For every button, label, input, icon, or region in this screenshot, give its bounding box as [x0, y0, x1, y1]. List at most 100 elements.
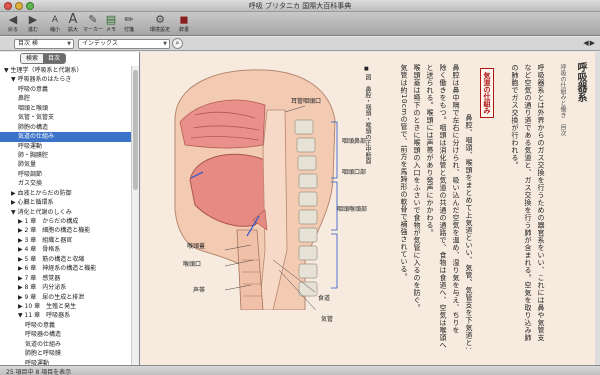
tree-item[interactable]: 肺胞の構造: [0, 123, 132, 132]
tree-item-label: ▶ 血液とからだの防御: [11, 189, 72, 197]
marker-label: マーカー: [83, 27, 104, 33]
tree-item[interactable]: ▼ 呼吸器系のはたらき: [0, 75, 132, 84]
memo-button[interactable]: ▤ メモ: [101, 13, 121, 35]
figure-caption: 図 鼻腔・咽頭・喉頭の正中断面: [364, 74, 371, 164]
tree-item[interactable]: 肺・胸膜腔: [0, 151, 132, 160]
article-view: 耳管咽頭口 咽頭鼻部 咽頭口部 咽頭喉頭部 喉頭蓋 喉頭口 声帯 食道 気管 図…: [141, 52, 595, 365]
search-scope-select[interactable]: 目次 検 ▼: [14, 39, 74, 49]
tree-item[interactable]: 肺気量: [0, 160, 132, 169]
tree-item[interactable]: ▶ 8 章 内分泌系: [0, 283, 132, 292]
back-arrow-icon: ◀: [8, 13, 18, 26]
tree-item[interactable]: ▶ 1 章 からだの構成: [0, 217, 132, 226]
sidebar-scroll-thumb[interactable]: [133, 70, 138, 190]
dictionary-button[interactable]: ◼ 辞書: [174, 13, 194, 35]
tree-item-label: 呼吸器の構造: [25, 331, 62, 339]
search-input[interactable]: インデックス ▼: [78, 39, 170, 49]
settings-label: 環境設定: [150, 27, 171, 33]
memo-label: メモ: [105, 27, 116, 33]
article-heading: 呼吸器系: [575, 62, 586, 102]
article-scrollbar[interactable]: [595, 52, 600, 365]
tree-item-label: ▶ 10 章 生殖と発生: [18, 302, 77, 310]
tree-item-label: 呼吸の意義: [18, 85, 49, 93]
sidebar-scrollbar[interactable]: [131, 66, 139, 365]
tree-item[interactable]: ▶ 7 章 感覚器: [0, 274, 132, 283]
tree-item[interactable]: ▶ 4 章 骨格系: [0, 245, 132, 254]
forward-label: 進む: [27, 27, 38, 33]
label-pharynx-laryngeal: 咽頭喉頭部: [337, 206, 368, 213]
tree-item[interactable]: ▼ 消化と代謝のしくみ: [0, 208, 132, 217]
tab-search[interactable]: 検索: [21, 54, 43, 63]
tree-item[interactable]: 気管・気管支: [0, 113, 132, 122]
tree-item[interactable]: ▶ 9 章 尿の生成と排泄: [0, 293, 132, 302]
label-trachea: 気管: [321, 316, 334, 323]
marker-button[interactable]: ✎ マーカー: [83, 13, 103, 35]
tree-item[interactable]: 気道の仕組み: [0, 340, 132, 349]
tree-item[interactable]: ▼ 11 章 呼吸器系: [0, 311, 132, 320]
forward-button[interactable]: ▶ 進む: [23, 13, 43, 35]
tree-item[interactable]: ▶ 6 章 神経系の構造と機能: [0, 264, 132, 273]
font-larger-label: 拡大: [67, 27, 78, 33]
note-button[interactable]: ✏ 付箋: [119, 13, 139, 35]
tree-item-label: 気道の仕組み: [18, 133, 55, 141]
tree-item[interactable]: ▶ 心臓と循環系: [0, 198, 132, 207]
font-larger-icon: A: [68, 12, 78, 27]
tree-item-label: ▶ 5 章 筋の構造と収縮: [18, 255, 85, 263]
tab-contents[interactable]: 目次: [43, 54, 65, 63]
caption-bullet: ■: [364, 66, 369, 72]
article-subheading: 呼吸の仕組みと働き 目次: [559, 64, 566, 136]
back-label: 戻る: [7, 27, 18, 33]
tree-item-label: ▶ 6 章 神経系の構造と機能: [18, 265, 97, 273]
page-nav-arrows[interactable]: ◀▶: [583, 39, 596, 47]
tree-item[interactable]: 呼吸の意義: [0, 321, 132, 330]
tree-item-label: ▶ 心臓と循環系: [11, 199, 54, 207]
back-button[interactable]: ◀ 戻る: [3, 13, 23, 35]
search-scope-value: 目次 検: [18, 40, 38, 47]
toolbar: ◀ 戻る ▶ 進む A 縮小 A 拡大 ✎ マーカー ▤ メモ ✏ 付箋 ⚙ 環: [0, 12, 600, 36]
tree-item-label: ▶ 8 章 内分泌系: [18, 284, 67, 292]
tree-item[interactable]: 呼吸器の構造: [0, 330, 132, 339]
tree-item-label: 肺胞の構造: [18, 123, 49, 131]
anatomy-figure: [155, 60, 365, 310]
tree-item[interactable]: ▶ 5 章 筋の構造と収縮: [0, 255, 132, 264]
tree-item-label: ▶ 3 章 組織と器官: [18, 236, 73, 244]
sidebar: 検索 目次 ▼ 生理学（呼吸系と代謝系） ▼ 呼吸器系のはたらき 呼吸の意義 鼻腔 咽頭…: [0, 52, 140, 365]
label-pharynx-oral: 咽頭口部: [342, 169, 367, 176]
tree-item[interactable]: ▶ 血液とからだの防御: [0, 189, 132, 198]
forward-arrow-icon: ▶: [28, 13, 38, 26]
font-larger-button[interactable]: A 拡大: [63, 13, 83, 35]
article-column-8: 喉頭蓋は嚥下のときに喉頭の入口をふさいで食物が気管に入るのを防ぐ。: [413, 64, 421, 312]
tree-item[interactable]: ▶ 2 章 細胞の構造と機能: [0, 226, 132, 235]
article-column-2: など空気の通り道である気道と、ガス交換を行う肺が含まれる。空気を取り込み肺: [524, 64, 532, 342]
tree-item-label: 肺・胸膜腔: [18, 151, 49, 159]
tree-item-label: ▼ 11 章 呼吸器系: [18, 312, 71, 320]
tree-item[interactable]: ガス交換: [0, 179, 132, 188]
settings-button[interactable]: ⚙ 環境設定: [150, 13, 170, 35]
search-icon[interactable]: ⌕: [172, 38, 183, 49]
tree-item[interactable]: 肺胞と呼吸膜: [0, 349, 132, 358]
article-column-4: 鼻腔、咽頭、喉頭をまとめて上気道といい、気管、気管支を下気道という。: [465, 114, 473, 349]
tree-item-label: ▶ 4 章 骨格系: [18, 246, 61, 254]
dictionary-icon: ◼: [179, 13, 189, 26]
tree-item-label: ▼ 呼吸器系のはたらき: [11, 76, 72, 84]
tree-item[interactable]: 呼吸調節: [0, 170, 132, 179]
tree-item-label: ▶ 1 章 からだの構成: [18, 218, 79, 225]
article-column-3: の肺胞でガス交換が行われる。: [511, 64, 519, 169]
tree-item[interactable]: 呼吸の意義: [0, 85, 132, 94]
sidebar-tabs: 検索 目次: [20, 53, 66, 64]
contents-tree: ▼ 生理学（呼吸系と代謝系） ▼ 呼吸器系のはたらき 呼吸の意義 鼻腔 咽頭と喉頭 気管・…: [0, 66, 132, 365]
article-column-9: 気管は約10cmの管で、前方を馬蹄形の軟骨で補強されている。: [400, 64, 408, 281]
tree-item[interactable]: 呼吸運動: [0, 142, 132, 151]
tree-item-label: 肺胞と呼吸膜: [25, 350, 62, 358]
tree-item[interactable]: ▶ 10 章 生殖と発生: [0, 302, 132, 311]
note-icon: ✏: [124, 13, 134, 26]
tree-item[interactable]: ▶ 3 章 組織と器官: [0, 236, 132, 245]
article-column-7: と送られる。喉頭には声帯があり発声にかかわる。: [426, 64, 434, 237]
tree-item[interactable]: 気道の仕組み: [0, 132, 132, 142]
chevron-down-icon: ▼: [67, 41, 71, 47]
tree-item[interactable]: 鼻腔: [0, 94, 132, 103]
tree-item[interactable]: ▼ 生理学（呼吸系と代謝系）: [0, 66, 132, 75]
tree-item[interactable]: 咽頭と喉頭: [0, 104, 132, 113]
article-column-1: 呼吸器系とは外界からのガス交換を行うための器官系をいい、これには鼻や気管支: [537, 64, 545, 342]
label-epiglottis: 喉頭蓋: [187, 243, 206, 250]
font-smaller-button[interactable]: A 縮小: [45, 13, 65, 35]
